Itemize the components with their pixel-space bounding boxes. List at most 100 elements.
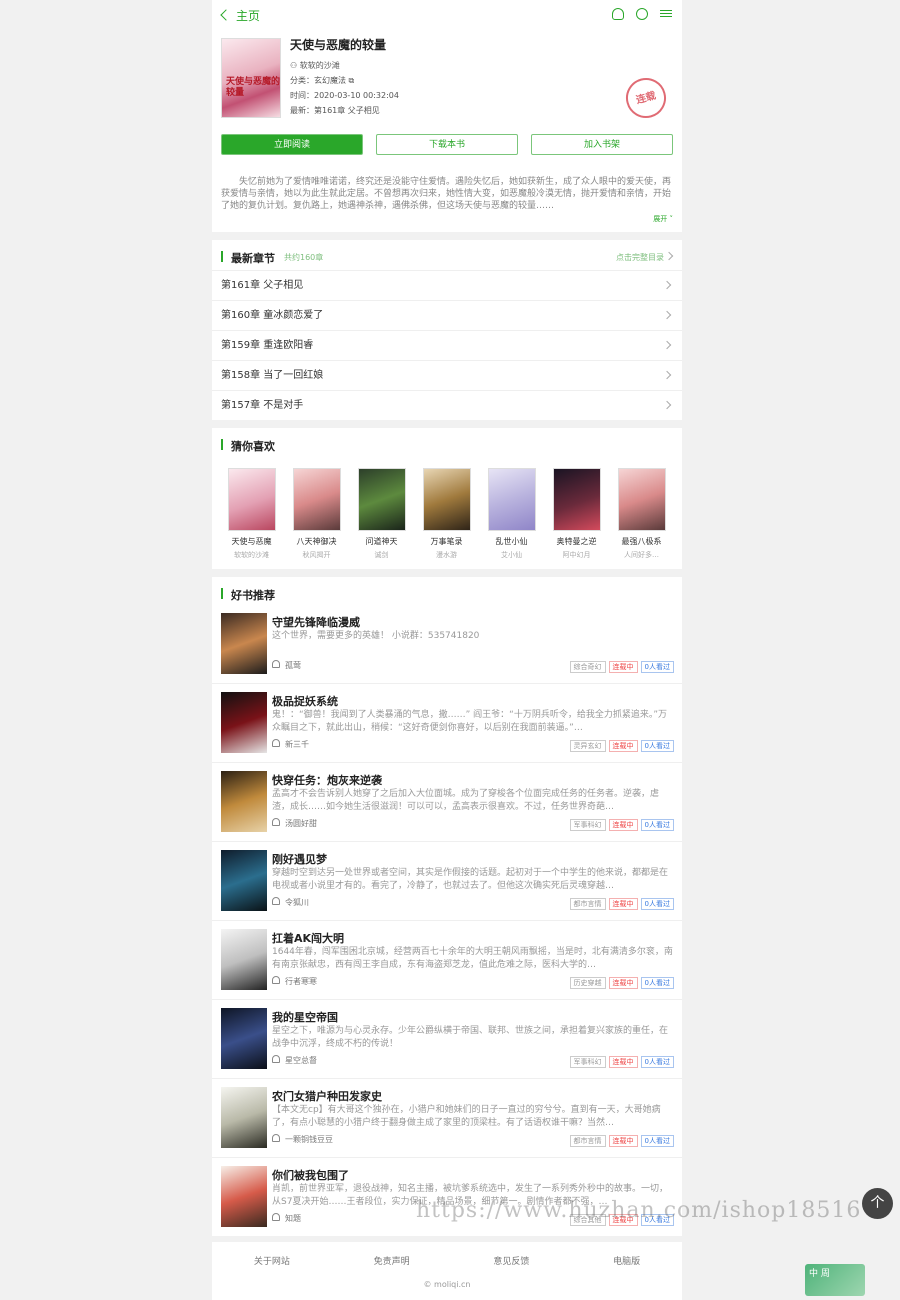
author-line[interactable]: ⚇ 软软的沙滩 bbox=[290, 58, 399, 73]
guess-title: 乱世小仙 bbox=[495, 537, 528, 546]
views-tag: 0人看过 bbox=[640, 740, 674, 752]
book-cover bbox=[227, 468, 276, 531]
views-tag: 0人看过 bbox=[640, 1056, 674, 1068]
guess-title: 奥特曼之逆 bbox=[556, 537, 597, 546]
search-icon[interactable] bbox=[636, 8, 648, 20]
recommend-item[interactable]: 扛着AK闯大明 1644年春，闯军围困北京城，经营两百七十余年的大明王朝风雨飘摇… bbox=[212, 921, 682, 1000]
chapter-row[interactable]: 第160章 童冰颜恋爱了 bbox=[212, 300, 682, 330]
guess-title: 问道神天 bbox=[365, 537, 398, 546]
book-cover bbox=[617, 468, 666, 531]
recommend-title: 守望先锋降临漫威 bbox=[272, 616, 360, 629]
chevron-right-icon bbox=[664, 251, 674, 261]
views-tag: 0人看过 bbox=[640, 661, 674, 673]
chevron-left-icon bbox=[220, 9, 232, 21]
book-cover bbox=[552, 468, 601, 531]
guess-title: 八天神御决 bbox=[296, 537, 337, 546]
chapter-row[interactable]: 第157章 不是对手 bbox=[212, 390, 682, 420]
recommend-item[interactable]: 守望先锋降临漫威 这个世界，需要更多的英雄！ 小说群：535741820 孤莺 … bbox=[212, 605, 682, 684]
view-all-chapters-link[interactable]: 点击完整目录 bbox=[616, 252, 664, 263]
book-cover bbox=[221, 771, 267, 832]
recommend-desc: 这个世界，需要更多的英雄！ 小说群：535741820 bbox=[272, 631, 480, 641]
chevron-right-icon bbox=[662, 280, 672, 290]
latest-chapter-link[interactable]: 第161章 父子相见 bbox=[314, 106, 380, 115]
category-tag: 都市言情 bbox=[569, 898, 606, 910]
guess-title: 天使与恶魔 bbox=[231, 537, 272, 546]
guess-header: 猜你喜欢 bbox=[212, 428, 682, 454]
home-back-link[interactable]: 主页 bbox=[220, 7, 260, 24]
back-to-top-button[interactable]: 个 bbox=[862, 1188, 893, 1219]
guess-author: 人间好多… bbox=[624, 551, 659, 559]
chevron-right-icon bbox=[662, 400, 672, 410]
category-tag: 灵异玄幻 bbox=[569, 740, 606, 752]
recommend-desc: 鬼！：“御兽！我闻到了人类暴涌的气息，撒……” 阎王爷：“十万阴兵听令，给我全力… bbox=[272, 710, 668, 733]
add-to-shelf-button[interactable]: 加入书架 bbox=[531, 134, 673, 155]
download-button[interactable]: 下载本书 bbox=[376, 134, 518, 155]
guess-item[interactable]: 奥特曼之逆 阿中幻月 bbox=[551, 468, 602, 560]
feedback-link[interactable]: 意见反馈 bbox=[493, 1254, 529, 1267]
status-stamp: 连载 bbox=[621, 73, 671, 123]
guess-item[interactable]: 天使与恶魔软软的沙滩 bbox=[226, 468, 277, 560]
recommend-author: 令狐川 bbox=[272, 897, 309, 908]
read-now-button[interactable]: 立即阅读 bbox=[221, 134, 363, 155]
views-tag: 0人看过 bbox=[640, 1135, 674, 1147]
guess-list: 天使与恶魔软软的沙滩 八天神御决 秋风揭开 问道神天 诚剑 万事笔录 漫水游 乱世小仙… bbox=[212, 454, 682, 569]
book-cover bbox=[221, 613, 267, 674]
book-category[interactable]: 玄幻魔法 bbox=[314, 76, 346, 85]
status-tag: 连载中 bbox=[608, 977, 638, 989]
watermark-text: https://www.huzhan.com/ishop18516 bbox=[416, 1198, 862, 1223]
chevron-right-icon bbox=[662, 310, 672, 320]
book-cover bbox=[422, 468, 471, 531]
book-author: 软软的沙滩 bbox=[299, 61, 340, 70]
recommend-title: 极品捉妖系统 bbox=[272, 695, 338, 708]
recommend-item[interactable]: 你们被我包围了 肖凯，前世界亚军，退役战神，知名主播，被坑爹系统选中，发生了一系… bbox=[212, 1158, 682, 1236]
recommend-item[interactable]: 农门女猎户种田发家史 【本文无cp】有大哥这个独孙在，小猎户和她妹们的日子一直过… bbox=[212, 1079, 682, 1158]
category-tag: 历史穿越 bbox=[569, 977, 606, 989]
desktop-version-link[interactable]: 电脑版 bbox=[613, 1254, 640, 1267]
recommend-item[interactable]: 极品捉妖系统 鬼！：“御兽！我闻到了人类暴涌的气息，撒……” 阎王爷：“十万阴兵… bbox=[212, 684, 682, 763]
expand-intro-link[interactable]: 展开 ˅ bbox=[212, 212, 682, 232]
guess-item[interactable]: 万事笔录 漫水游 bbox=[421, 468, 472, 560]
category-tag: 都市言情 bbox=[569, 1135, 606, 1147]
guess-author: 阿中幻月 bbox=[562, 551, 591, 559]
book-title: 天使与恶魔的较量 bbox=[290, 38, 387, 52]
recommend-card: 好书推荐 守望先锋降临漫威 这个世界，需要更多的英雄！ 小说群：53574182… bbox=[212, 577, 682, 1236]
time-line: 时间：2020-03-10 00:32:04 bbox=[290, 88, 399, 103]
guess-author: 漫水游 bbox=[436, 551, 457, 559]
book-header: 天使与恶魔的较量 天使与恶魔的较量 ⚇ 软软的沙滩 分类：玄幻魔法 ⧉ 时间：2… bbox=[212, 30, 682, 128]
chapter-title: 第160章 童冰颜恋爱了 bbox=[221, 310, 324, 321]
section-bar bbox=[221, 251, 223, 262]
guess-item[interactable]: 乱世小仙 艾小仙 bbox=[486, 468, 537, 560]
guess-item[interactable]: 最强八极系 人间好多… bbox=[616, 468, 667, 560]
section-title: 好书推荐 bbox=[231, 589, 275, 602]
guess-item[interactable]: 八天神御决 秋风揭开 bbox=[291, 468, 342, 560]
recommend-title: 我的星空帝国 bbox=[272, 1011, 338, 1024]
guess-author: 软软的沙滩 bbox=[234, 551, 269, 559]
disclaimer-link[interactable]: 免责声明 bbox=[374, 1254, 410, 1267]
section-bar bbox=[221, 439, 223, 450]
recommend-author: 知题 bbox=[272, 1213, 301, 1224]
book-cover bbox=[487, 468, 536, 531]
about-link[interactable]: 关于网站 bbox=[254, 1254, 290, 1267]
chapter-title: 第157章 不是对手 bbox=[221, 400, 304, 411]
recommend-desc: 穿越时空到达另一处世界或者空间，其实是作假接的话题。起初对于一个中学生的他来说，… bbox=[272, 868, 669, 891]
guess-you-like-card: 猜你喜欢 天使与恶魔软软的沙滩 八天神御决 秋风揭开 问道神天 诚剑 万事笔录 漫水游… bbox=[212, 428, 682, 569]
recommend-author: 行者寒寒 bbox=[272, 976, 317, 987]
section-bar bbox=[221, 588, 223, 599]
recommend-item[interactable]: 刚好遇见梦 穿越时空到达另一处世界或者空间，其实是作假接的话题。起初对于一个中学… bbox=[212, 842, 682, 921]
footer-links: 关于网站 免责声明 意见反馈 电脑版 bbox=[212, 1242, 682, 1267]
book-detail-card: 主页 天使与恶魔的较量 天使与恶魔的较量 ⚇ 软软的沙滩 分类：玄幻魔法 ⧉ 时… bbox=[212, 0, 682, 232]
chapter-row[interactable]: 第161章 父子相见 bbox=[212, 270, 682, 300]
recommend-item[interactable]: 我的星空帝国 星空之下，唯源为与心灵永存。少年公爵纵横于帝国、联邦、世族之间，承… bbox=[212, 1000, 682, 1079]
floating-badge[interactable]: 中 周 bbox=[805, 1264, 865, 1296]
status-tag: 连载中 bbox=[608, 740, 638, 752]
chapter-title: 第158章 当了一回红娘 bbox=[221, 370, 324, 381]
recommend-tags: 历史穿越 连载中 0人看过 bbox=[569, 977, 674, 989]
user-icon[interactable] bbox=[612, 8, 624, 20]
guess-item[interactable]: 问道神天 诚剑 bbox=[356, 468, 407, 560]
action-buttons: 立即阅读 下载本书 加入书架 bbox=[212, 128, 682, 155]
chapter-row[interactable]: 第159章 重逢欧阳睿 bbox=[212, 330, 682, 360]
guess-author: 艾小仙 bbox=[501, 551, 522, 559]
chapter-row[interactable]: 第158章 当了一回红娘 bbox=[212, 360, 682, 390]
recommend-item[interactable]: 快穿任务：炮灰来逆袭 孟高才不会告诉别人她穿了之后加入大位面城。成为了穿梭各个位… bbox=[212, 763, 682, 842]
menu-icon[interactable] bbox=[660, 10, 672, 17]
